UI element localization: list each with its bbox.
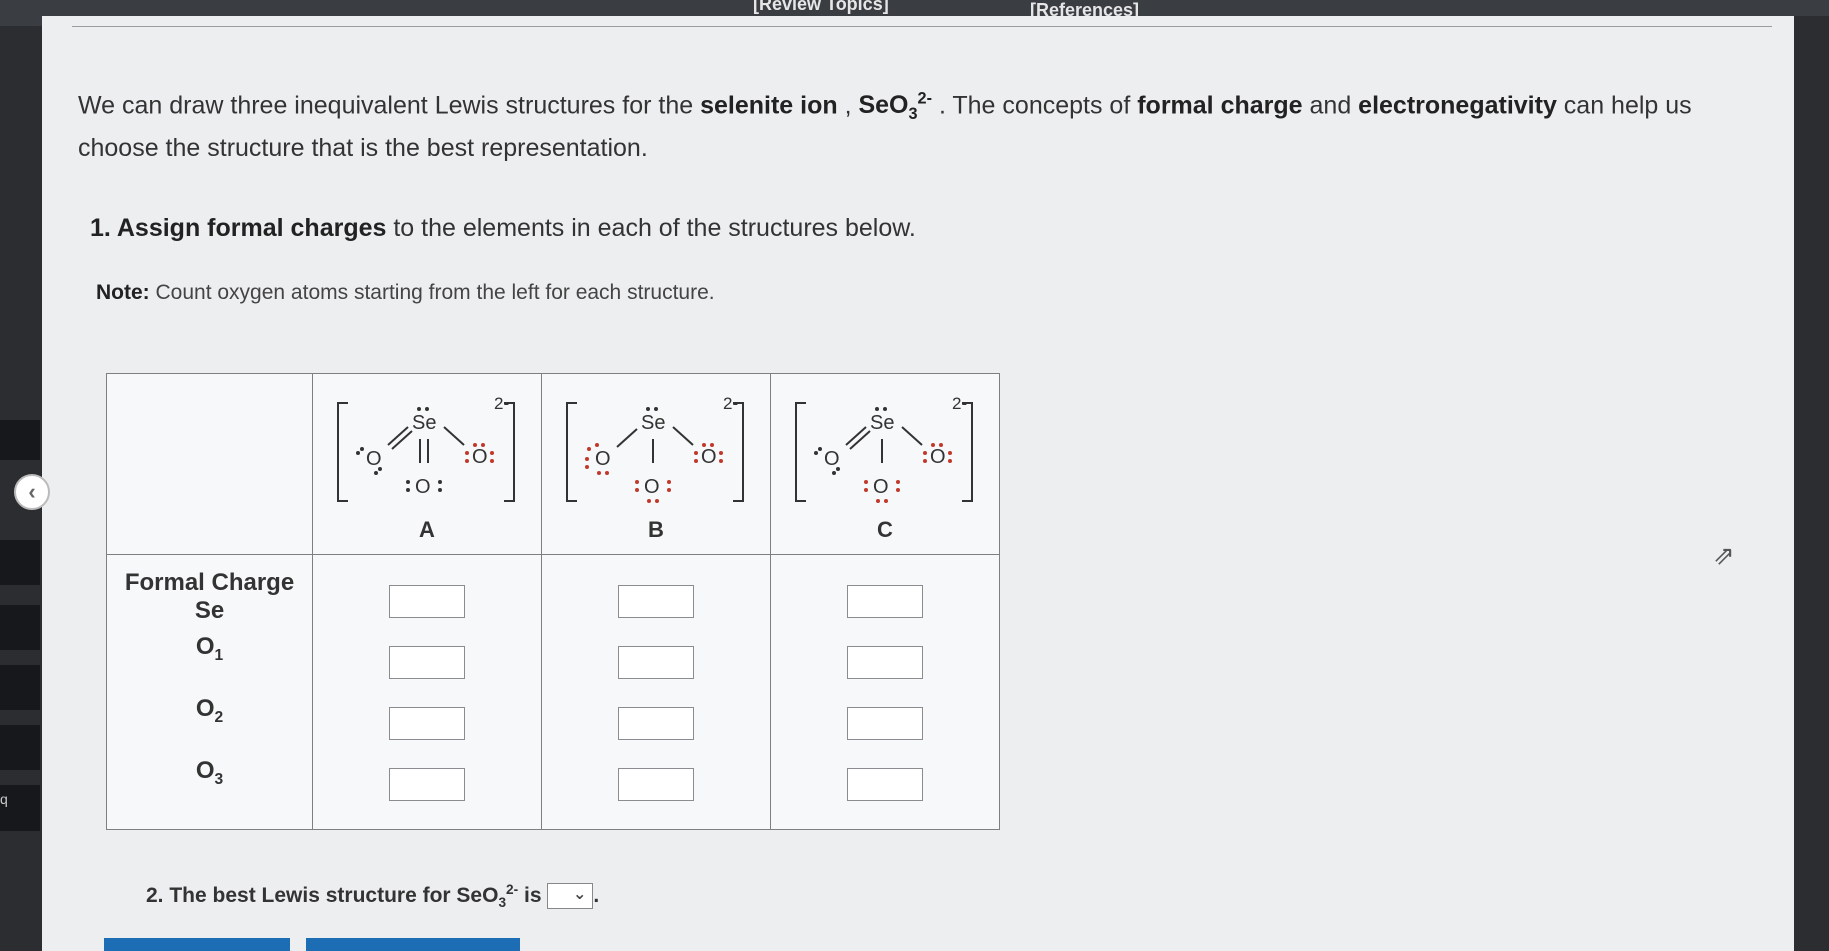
svg-text:O: O (824, 448, 840, 470)
svg-text:O: O (415, 476, 431, 498)
fc-input-c-o1[interactable] (847, 646, 923, 679)
best-structure-select[interactable]: ⌄ (547, 883, 594, 910)
svg-text:Se: Se (412, 412, 436, 434)
row-label-o3: O3 (195, 757, 224, 788)
question-1: 1. Assign formal charges to the elements… (90, 214, 916, 242)
lewis-structure-c: 2- Se O O O (795, 394, 973, 503)
row-label-o1: O1 (195, 633, 224, 664)
question-2: 2. The best Lewis structure for SeO32- i… (146, 882, 600, 911)
structure-label-b: B (648, 517, 664, 542)
question-page: We can draw three inequivalent Lewis str… (42, 16, 1794, 951)
ion-name: selenite ion (700, 91, 838, 120)
fc-input-c-se[interactable] (847, 585, 923, 618)
sidebar-badge[interactable]: q (0, 785, 40, 831)
sidebar-tab[interactable] (0, 665, 40, 710)
fc-input-a-se[interactable] (389, 585, 465, 618)
inputs-c (770, 554, 1000, 830)
svg-text:O: O (595, 448, 611, 470)
svg-text:Se: Se (641, 412, 665, 434)
row-label-se: Formal Charge Se (124, 569, 295, 624)
fc-input-b-o3[interactable] (618, 768, 694, 801)
chevron-left-icon: ‹ (28, 479, 36, 504)
structure-label-c: C (877, 517, 893, 542)
fc-input-a-o3[interactable] (389, 768, 465, 801)
svg-text:2-: 2- (952, 394, 967, 413)
sidebar-tab[interactable] (0, 605, 40, 650)
sidebar-tab[interactable] (0, 540, 40, 585)
structure-b: 2- Se O O O B (541, 373, 771, 555)
svg-text:O: O (366, 448, 382, 470)
inputs-b (541, 554, 771, 830)
ion-formula: SeO32- (858, 90, 932, 124)
svg-text:2-: 2- (494, 394, 509, 413)
intro-paragraph: We can draw three inequivalent Lewis str… (78, 90, 1692, 163)
svg-text:O: O (930, 446, 946, 468)
fc-input-c-o2[interactable] (847, 707, 923, 740)
note: Note: Count oxygen atoms starting from t… (96, 281, 715, 304)
lewis-structure-a: 2- Se O O O (337, 394, 515, 502)
lewis-structure-b: 2- Se O O O (566, 394, 744, 503)
table-corner (106, 373, 313, 555)
structure-c: 2- Se O O O C (770, 373, 1000, 555)
sidebar-tab[interactable] (0, 725, 40, 770)
structure-a: 2- Se O O O A (312, 373, 542, 555)
svg-text:O: O (701, 446, 717, 468)
fc-input-c-o3[interactable] (847, 768, 923, 801)
fc-input-a-o1[interactable] (389, 646, 465, 679)
svg-text:O: O (873, 476, 889, 498)
try-another-version-button[interactable] (306, 938, 520, 951)
mouse-cursor-icon: ⇗ (1713, 540, 1735, 570)
svg-text:O: O (472, 446, 488, 468)
review-topics-link[interactable]: [Review Topics] (753, 0, 889, 15)
inputs-a (312, 554, 542, 830)
row-label-o2: O2 (195, 695, 224, 726)
fc-input-b-o2[interactable] (618, 707, 694, 740)
svg-text:2-: 2- (723, 394, 738, 413)
fc-input-a-o2[interactable] (389, 707, 465, 740)
svg-text:Se: Se (870, 412, 894, 434)
divider (72, 26, 1772, 27)
chevron-down-icon: ⌄ (572, 886, 587, 904)
submit-answer-button[interactable] (104, 938, 290, 951)
formal-charge-table: 2- Se O O O A 2- Se O O O B 2- Se O O O … (106, 373, 1000, 830)
collapse-sidebar-button[interactable]: ‹ (14, 474, 50, 510)
fc-input-b-o1[interactable] (618, 646, 694, 679)
sidebar-tab[interactable] (0, 420, 40, 460)
fc-input-b-se[interactable] (618, 585, 694, 618)
screen-edge (1794, 16, 1829, 951)
structure-label-a: A (419, 517, 435, 542)
svg-text:O: O (644, 476, 660, 498)
row-labels: Formal Charge Se O1 O2 O3 (106, 554, 313, 830)
